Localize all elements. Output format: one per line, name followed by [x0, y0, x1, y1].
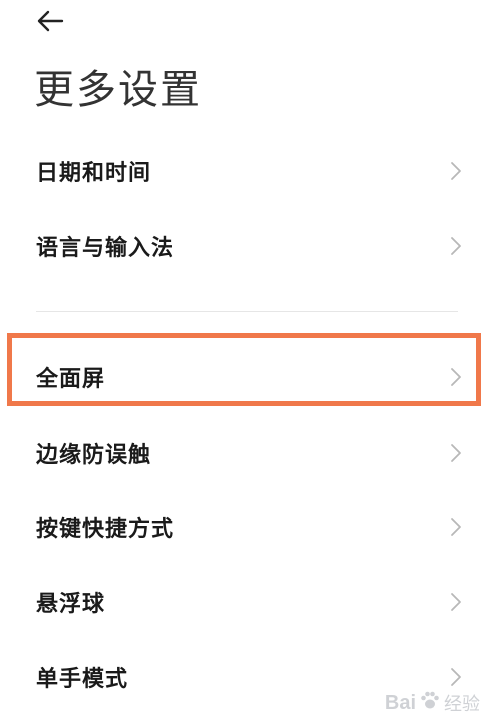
section-divider [36, 311, 458, 312]
chevron-right-icon [450, 367, 462, 387]
page-title: 更多设置 [34, 67, 202, 113]
settings-item-label: 日期和时间 [36, 161, 152, 186]
chevron-right-icon [450, 592, 462, 612]
watermark-brand: Bai [384, 691, 416, 714]
settings-item-label: 单手模式 [36, 667, 129, 692]
settings-item-edge-touch-prevention[interactable]: 边缘防误触 [0, 420, 494, 486]
chevron-right-icon [450, 443, 462, 463]
paw-icon [419, 690, 441, 716]
settings-item-date-time[interactable]: 日期和时间 [0, 138, 494, 204]
settings-item-label: 全面屏 [36, 367, 106, 392]
chevron-right-icon [450, 517, 462, 537]
watermark: Bai 经验 [385, 684, 480, 722]
settings-item-label: 按键快捷方式 [36, 517, 175, 542]
settings-item-label: 悬浮球 [36, 592, 106, 617]
chevron-right-icon [450, 236, 462, 256]
arrow-left-icon [34, 6, 74, 36]
back-button[interactable] [34, 6, 74, 36]
settings-item-label: 语言与输入法 [36, 236, 175, 261]
chevron-right-icon [450, 161, 462, 181]
settings-item-button-shortcuts[interactable]: 按键快捷方式 [0, 494, 494, 560]
settings-item-full-screen[interactable]: 全面屏 [0, 344, 494, 410]
settings-item-label: 边缘防误触 [36, 443, 152, 468]
settings-item-language-input[interactable]: 语言与输入法 [0, 213, 494, 279]
watermark-suffix: 经验 [444, 694, 480, 715]
settings-item-floating-ball[interactable]: 悬浮球 [0, 569, 494, 635]
